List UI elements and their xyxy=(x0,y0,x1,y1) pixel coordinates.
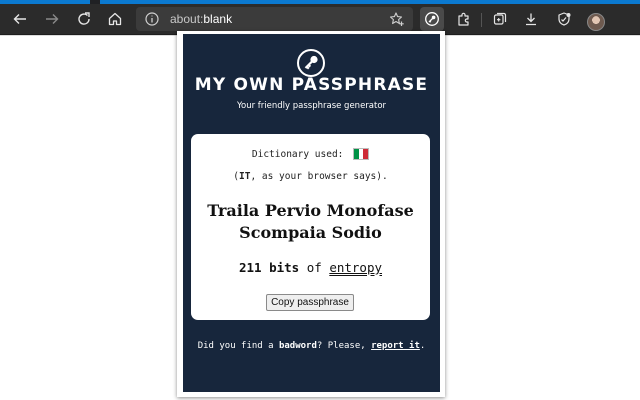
home-icon xyxy=(108,12,122,26)
app-subtitle: Your friendly passphrase generator xyxy=(236,101,387,111)
passphrase-extension-button[interactable] xyxy=(420,7,444,31)
dictionary-line: Dictionary used: xyxy=(191,148,430,162)
entropy-link[interactable]: entropy xyxy=(329,260,382,275)
forward-icon xyxy=(46,14,59,24)
generated-passphrase: Traila Pervio Monofase Scompaia Sodio xyxy=(191,200,430,244)
extensions-button[interactable] xyxy=(452,7,476,31)
entropy-of: of xyxy=(306,260,322,275)
refresh-icon xyxy=(78,12,90,25)
home-button[interactable] xyxy=(103,7,127,31)
copy-passphrase-button[interactable]: Copy passphrase xyxy=(266,294,354,311)
downloads-button[interactable] xyxy=(519,7,543,31)
browser-essentials-icon xyxy=(558,12,571,26)
collections-button[interactable] xyxy=(488,7,512,31)
info-icon[interactable] xyxy=(144,11,160,27)
italian-flag-icon xyxy=(353,148,370,160)
entropy-line: 211 bits of entropy xyxy=(191,260,430,276)
add-favorite-icon[interactable] xyxy=(389,11,405,27)
address-bar[interactable]: about:blank xyxy=(136,7,413,31)
language-code: IT xyxy=(239,171,251,182)
refresh-button[interactable] xyxy=(72,7,96,31)
forward-button[interactable] xyxy=(40,7,64,31)
extension-popup: MY OWN PASSPHRASE Your friendly passphra… xyxy=(183,34,440,392)
language-note: (IT, as your browser says). xyxy=(233,171,388,182)
collections-icon xyxy=(493,12,507,25)
toolbar-separator xyxy=(481,13,482,27)
profile-avatar[interactable] xyxy=(587,13,605,31)
app-title: MY OWN PASSPHRASE xyxy=(194,75,429,95)
badword-text: badword xyxy=(278,341,317,351)
url-text: about:blank xyxy=(170,12,233,26)
passphrase-card: Dictionary used: (IT, as your browser sa… xyxy=(191,134,430,320)
back-icon xyxy=(13,14,26,24)
passphrase-line-2: Scompaia Sodio xyxy=(239,223,382,242)
extensions-icon xyxy=(458,12,469,26)
badword-footer: Did you find a badword? Please, report i… xyxy=(197,341,426,351)
passphrase-extension-icon xyxy=(425,12,439,26)
dictionary-label: Dictionary used: xyxy=(251,149,344,160)
browser-window: about:blank MY OWN PASSPHRASE Your frien… xyxy=(0,0,640,400)
passphrase-line-1: Traila Pervio Monofase xyxy=(207,201,414,220)
entropy-bits: 211 bits xyxy=(238,260,300,275)
report-link[interactable]: report it xyxy=(371,341,420,351)
downloads-icon xyxy=(526,13,536,26)
browser-essentials-button[interactable] xyxy=(552,7,576,31)
back-button[interactable] xyxy=(8,7,32,31)
